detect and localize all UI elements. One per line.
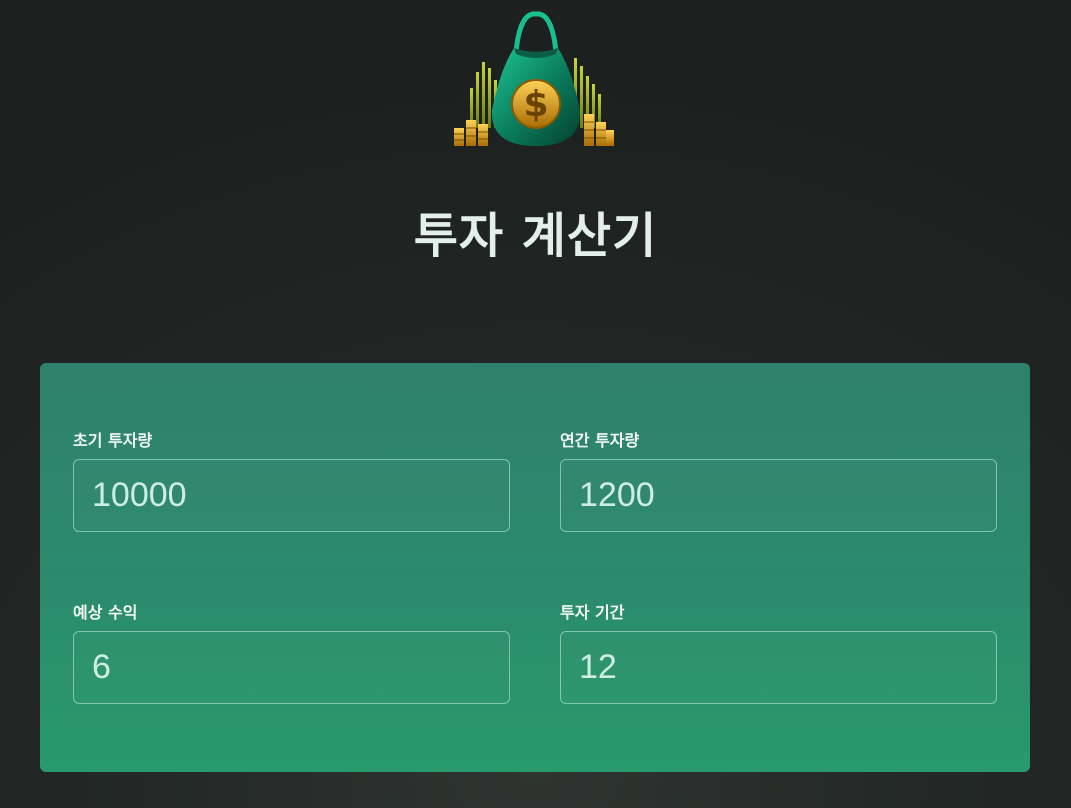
expected-return-field: 예상 수익 6 xyxy=(73,603,510,704)
money-bag-dollar-icon: $ xyxy=(454,11,614,146)
duration-field: 투자 기간 12 xyxy=(560,603,997,704)
initial-investment-input[interactable]: 10000 xyxy=(73,459,510,532)
expected-return-label: 예상 수익 xyxy=(73,603,138,622)
calculator-form-card: 초기 투자량 10000 연간 투자량 1200 예상 수익 6 투자 기간 1… xyxy=(40,363,1030,772)
initial-investment-label: 초기 투자량 xyxy=(73,431,153,450)
money-bag-logo: $ xyxy=(452,10,618,150)
duration-input[interactable]: 12 xyxy=(560,631,997,704)
annual-investment-label: 연간 투자량 xyxy=(560,431,640,450)
duration-label: 투자 기간 xyxy=(560,603,625,622)
initial-investment-field: 초기 투자량 10000 xyxy=(73,431,510,532)
annual-investment-input[interactable]: 1200 xyxy=(560,459,997,532)
svg-text:$: $ xyxy=(523,84,548,125)
page-title: 투자 계산기 xyxy=(413,208,658,264)
expected-return-input[interactable]: 6 xyxy=(73,631,510,704)
annual-investment-field: 연간 투자량 1200 xyxy=(560,431,997,532)
